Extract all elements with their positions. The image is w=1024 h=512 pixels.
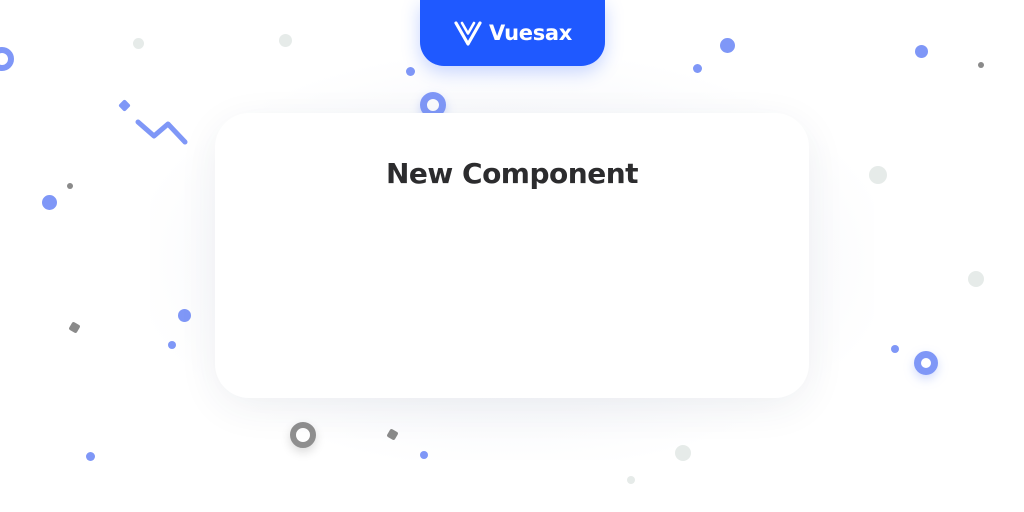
dot-soft-gray [133, 38, 144, 49]
dot-soft-gray [627, 476, 635, 484]
dot-soft-gray [279, 34, 292, 47]
dot-soft-gray [675, 445, 691, 461]
ring-blue-left-edge [0, 47, 14, 71]
dot-blue [42, 195, 57, 210]
dot-dark-gray [978, 62, 984, 68]
dot-blue [178, 309, 191, 322]
dot-blue [720, 38, 735, 53]
dot-blue [915, 45, 928, 58]
dot-blue [693, 64, 702, 73]
card-title: New Component [385, 157, 639, 190]
zigzag-line [135, 119, 188, 145]
diamond-gray [68, 321, 81, 334]
dot-blue [891, 345, 899, 353]
brand-header[interactable]: Vuesax [420, 0, 605, 66]
dot-soft-gray [968, 271, 984, 287]
dot-blue [406, 67, 415, 76]
vuesax-v-logo-icon [454, 21, 482, 46]
dot-blue [86, 452, 95, 461]
banner: New Component Vuesax [0, 0, 1024, 512]
brand-name: Vuesax [488, 21, 573, 45]
dot-blue [168, 341, 176, 349]
component-card: New Component [215, 113, 809, 398]
diamond-blue [118, 99, 131, 112]
dot-blue [420, 451, 428, 459]
dot-soft-gray [869, 166, 887, 184]
ring-gray-bottom [290, 422, 316, 448]
dot-dark-gray [67, 183, 73, 189]
ring-blue-right [914, 351, 938, 375]
